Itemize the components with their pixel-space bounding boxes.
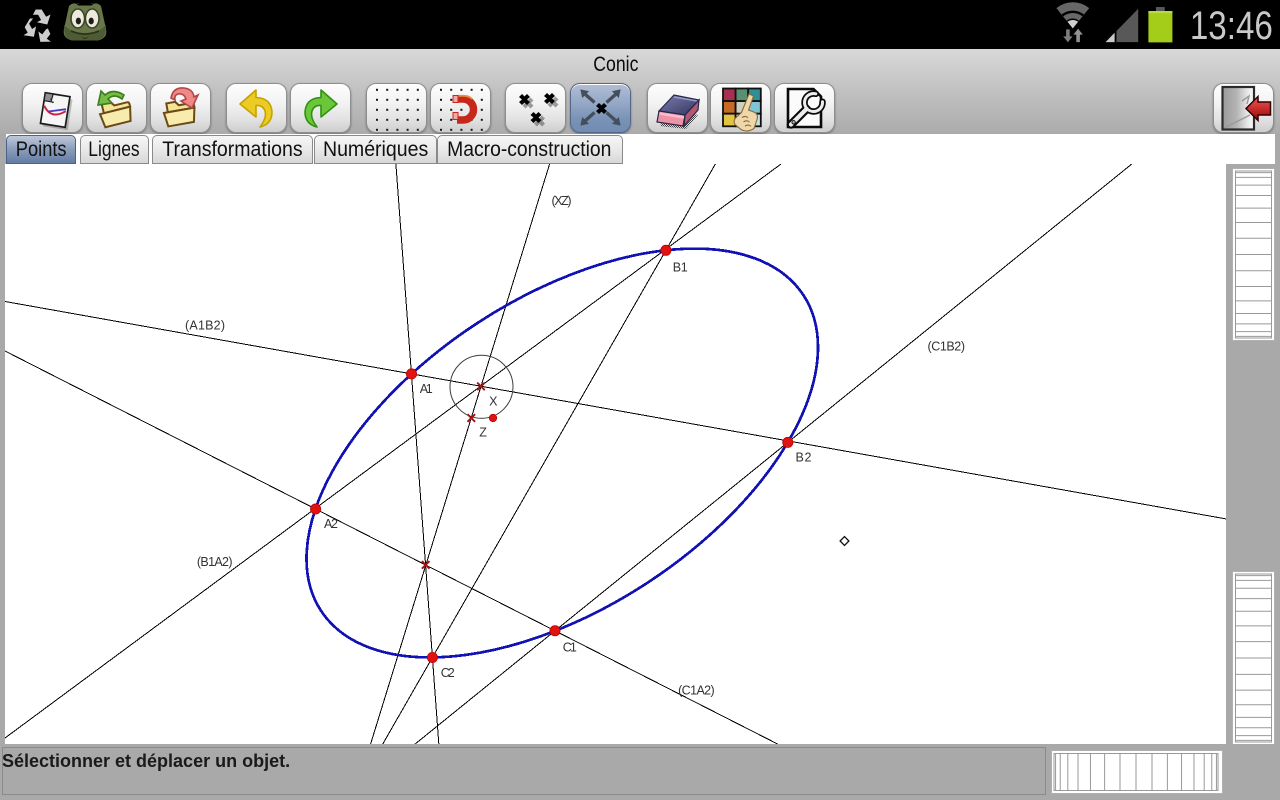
svg-text:(A1B2): (A1B2) [185, 319, 225, 333]
svg-text:B1: B1 [673, 261, 688, 275]
svg-text:B2: B2 [796, 451, 812, 465]
svg-text:(C1A2): (C1A2) [678, 684, 715, 698]
svg-text:(B1A2): (B1A2) [197, 555, 233, 569]
svg-text:A1: A1 [420, 382, 433, 396]
svg-text:X: X [489, 394, 498, 408]
svg-text:(XZ): (XZ) [552, 194, 572, 208]
svg-text:(C1B2): (C1B2) [928, 340, 966, 354]
svg-text:C1: C1 [563, 641, 577, 655]
svg-text:Z: Z [479, 426, 487, 440]
svg-text:A2: A2 [324, 517, 338, 531]
svg-text:C2: C2 [441, 666, 455, 680]
